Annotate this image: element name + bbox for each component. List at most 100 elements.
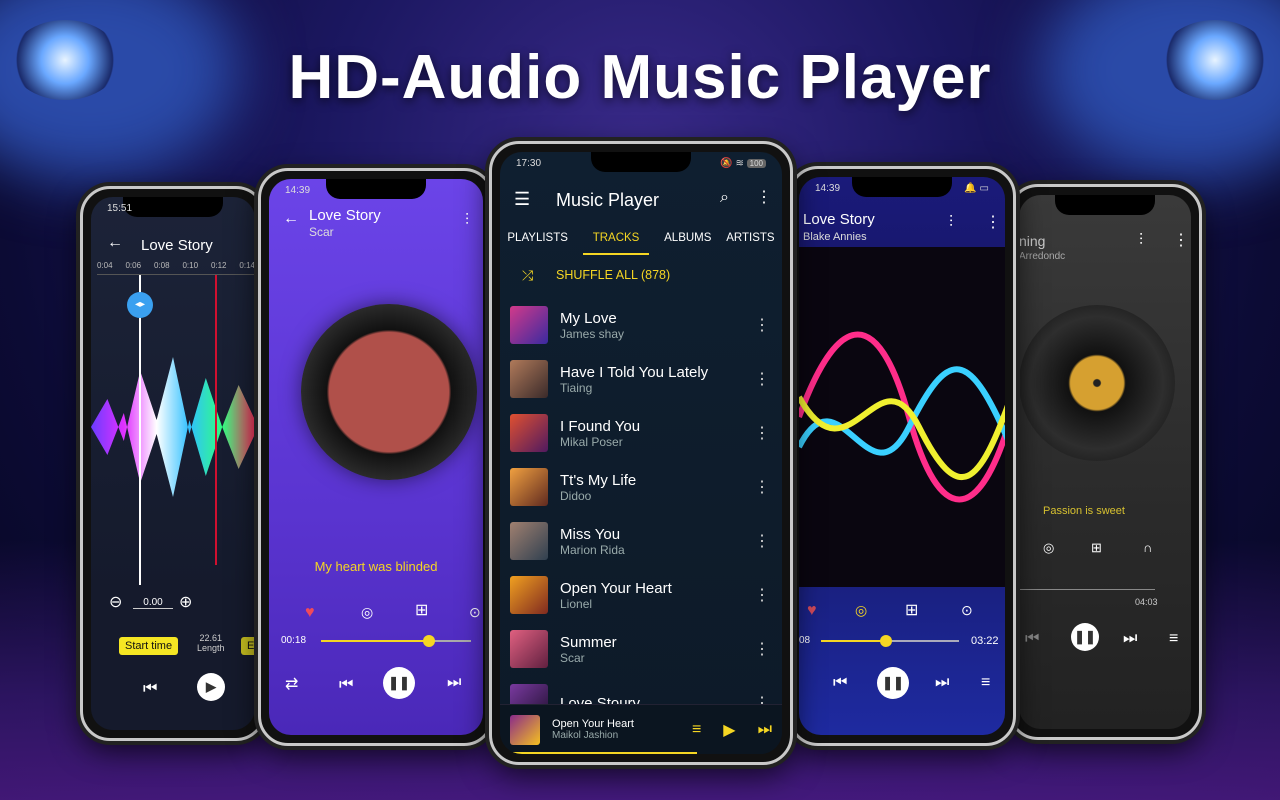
vinyl-disc bbox=[1019, 305, 1175, 461]
skip-previous-icon[interactable]: ⏮ bbox=[1025, 631, 1039, 647]
track-row[interactable]: Have I Told You Lately Tiaing ⋮ bbox=[510, 352, 772, 406]
search-icon[interactable]: ⌕ bbox=[720, 190, 729, 206]
search-lyrics-icon[interactable]: ⊙ bbox=[961, 603, 973, 617]
track-more-icon[interactable]: ⋮ bbox=[752, 423, 772, 443]
neon-visualizer bbox=[799, 247, 1005, 587]
add-playlist-icon[interactable]: ⊞ bbox=[1091, 541, 1102, 554]
tab-albums[interactable]: ALBUMS bbox=[664, 232, 711, 255]
song-title: ning bbox=[1019, 233, 1046, 249]
phone-blue-player: 14:39 🔔 ▭ Love Story Blake Annies ⫶ ⋮ ♥ ◎… bbox=[788, 166, 1016, 746]
track-title: Summer bbox=[560, 633, 617, 651]
waveform-icon[interactable]: ◎ bbox=[1043, 541, 1054, 554]
track-artwork bbox=[510, 630, 548, 668]
tab-tracks[interactable]: TRACKS bbox=[582, 232, 650, 255]
skip-next-icon[interactable]: ⏭ bbox=[1123, 631, 1137, 647]
skip-previous-icon[interactable]: ⏮ bbox=[143, 681, 157, 697]
back-arrow-icon[interactable]: ← bbox=[107, 235, 123, 251]
track-more-icon[interactable]: ⋮ bbox=[752, 531, 772, 551]
more-options-icon[interactable]: ⋮ bbox=[756, 190, 772, 206]
drag-handle-icon[interactable]: ◂▸ bbox=[127, 292, 153, 318]
waveform-icon[interactable]: ◎ bbox=[361, 605, 373, 619]
queue-icon[interactable]: ≡ bbox=[1169, 631, 1178, 647]
shuffle-all-button[interactable]: SHUFFLE ALL (878) bbox=[556, 268, 670, 282]
equalizer-icon[interactable]: ⫶ bbox=[949, 215, 953, 231]
track-artwork bbox=[510, 306, 548, 344]
track-artist: Lionel bbox=[560, 596, 593, 611]
add-playlist-icon[interactable]: ⊞ bbox=[415, 603, 428, 619]
menu-icon[interactable]: ☰ bbox=[514, 190, 530, 208]
seek-bar[interactable] bbox=[821, 635, 959, 647]
queue-icon[interactable]: ≡ bbox=[692, 721, 701, 739]
start-time-button[interactable]: Start time bbox=[119, 637, 179, 655]
track-artist: Mikal Poser bbox=[560, 434, 623, 449]
end-marker[interactable] bbox=[215, 275, 217, 565]
heart-icon[interactable]: ♥ bbox=[305, 605, 315, 621]
more-options-icon[interactable]: ⋮ bbox=[985, 215, 1001, 231]
now-playing-art bbox=[510, 714, 540, 745]
track-more-icon[interactable]: ⋮ bbox=[752, 315, 772, 335]
track-artist: James shay bbox=[560, 326, 625, 341]
tab-playlists[interactable]: PLAYLISTS bbox=[507, 232, 568, 255]
skip-next-icon[interactable]: ⏭ bbox=[935, 675, 949, 691]
more-options-icon[interactable]: ⋮ bbox=[1173, 233, 1189, 249]
track-row[interactable]: Summer Scar ⋮ bbox=[510, 622, 772, 676]
start-marker[interactable] bbox=[139, 275, 141, 585]
track-more-icon[interactable]: ⋮ bbox=[752, 369, 772, 389]
skip-next-icon[interactable]: ⏭ bbox=[447, 675, 461, 691]
add-playlist-icon[interactable]: ⊞ bbox=[905, 603, 918, 619]
equalizer-icon[interactable]: ⫶ bbox=[465, 213, 469, 229]
waveform bbox=[91, 357, 255, 497]
play-icon[interactable]: ▶ bbox=[723, 720, 735, 740]
lyric-line: Passion is sweet bbox=[1043, 505, 1125, 517]
skip-next-icon[interactable]: ⏭ bbox=[758, 721, 772, 739]
track-row[interactable]: Miss You Marion Rida ⋮ bbox=[510, 514, 772, 568]
waveform-icon[interactable]: ◎ bbox=[855, 603, 867, 617]
track-row[interactable]: Tt's My Life Didoo ⋮ bbox=[510, 460, 772, 514]
playback-progress bbox=[500, 752, 698, 754]
track-more-icon[interactable]: ⋮ bbox=[752, 585, 772, 605]
status-time: 14:39 bbox=[285, 185, 311, 196]
track-more-icon[interactable]: ⋮ bbox=[752, 477, 772, 497]
skip-previous-icon[interactable]: ⏮ bbox=[833, 675, 847, 691]
track-title: Open Your Heart bbox=[560, 579, 672, 597]
start-value[interactable]: 0.00 bbox=[133, 597, 173, 609]
track-artist: Didoo bbox=[560, 488, 592, 503]
queue-icon[interactable]: ≡ bbox=[981, 675, 990, 691]
back-arrow-icon[interactable]: ← bbox=[283, 211, 299, 227]
track-title: Tt's My Life bbox=[560, 471, 637, 489]
elapsed-time: 08 bbox=[799, 635, 811, 646]
headphones-icon[interactable]: ∩ bbox=[1143, 541, 1152, 554]
plus-icon[interactable]: ⊕ bbox=[179, 595, 192, 611]
seek-bar[interactable] bbox=[1019, 589, 1155, 590]
play-button[interactable]: ▶ bbox=[197, 673, 225, 701]
track-artwork bbox=[510, 414, 548, 452]
pause-button[interactable]: ❚❚ bbox=[383, 667, 415, 699]
track-artist: Scar bbox=[560, 650, 585, 665]
end-time-button[interactable]: E bbox=[241, 637, 255, 655]
track-row[interactable]: I Found You Mikal Poser ⋮ bbox=[510, 406, 772, 460]
search-lyrics-icon[interactable]: ⊙ bbox=[469, 605, 481, 619]
tab-bar: PLAYLISTS TRACKS ALBUMS ARTISTS bbox=[500, 232, 782, 255]
app-title: Music Player bbox=[556, 190, 660, 210]
heart-icon[interactable]: ♥ bbox=[807, 603, 817, 619]
repeat-icon[interactable]: ⇄ bbox=[285, 677, 298, 693]
song-artist: Scar bbox=[309, 225, 334, 239]
equalizer-icon[interactable]: ⫶ bbox=[1139, 233, 1143, 249]
minus-icon[interactable]: ⊖ bbox=[109, 595, 122, 611]
track-row[interactable]: Open Your Heart Lionel ⋮ bbox=[510, 568, 772, 622]
pause-button[interactable]: ❚❚ bbox=[1071, 623, 1099, 651]
track-row[interactable]: My Love James shay ⋮ bbox=[510, 298, 772, 352]
track-artwork bbox=[510, 522, 548, 560]
track-more-icon[interactable]: ⋮ bbox=[752, 639, 772, 659]
seek-bar[interactable] bbox=[321, 635, 471, 647]
status-time: 15:51 bbox=[107, 203, 133, 214]
shuffle-icon[interactable]: ⤮ bbox=[522, 268, 533, 282]
tab-artists[interactable]: ARTISTS bbox=[726, 232, 774, 255]
now-playing-bar[interactable]: Open Your Heart Maikol Jashion ≡ ▶ ⏭ bbox=[500, 704, 782, 754]
headline: HD-Audio Music Player bbox=[288, 43, 992, 112]
battery-level: 100 bbox=[746, 159, 766, 168]
track-artwork bbox=[510, 360, 548, 398]
track-title: I Found You bbox=[560, 417, 641, 435]
skip-previous-icon[interactable]: ⏮ bbox=[339, 677, 353, 693]
pause-button[interactable]: ❚❚ bbox=[877, 667, 909, 699]
